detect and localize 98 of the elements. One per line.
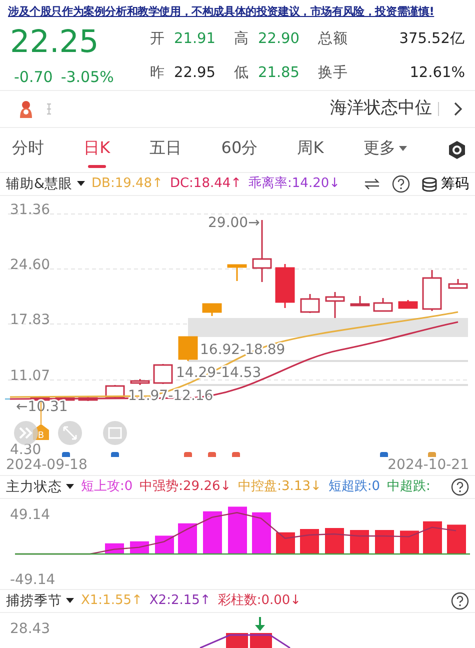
stat-label: 低 (234, 64, 250, 83)
tab[interactable]: 日K (84, 132, 110, 168)
help-icon[interactable] (451, 478, 469, 496)
change-percent: -3.05% (60, 67, 114, 88)
indicator-value: X1:1.55↑ (81, 592, 142, 610)
histogram-bar (178, 523, 197, 554)
indicator-value: 彩柱数:0.00↓ (218, 592, 302, 610)
axis-label: 11.07 (10, 368, 50, 384)
stat-label: 昨 (150, 64, 166, 83)
chevron-right-icon[interactable] (453, 101, 463, 117)
stat-value: 21.85 (258, 64, 301, 83)
stat-label: 开 (150, 30, 166, 49)
event-marker-icon (428, 452, 436, 457)
help-icon[interactable] (392, 175, 410, 193)
date-label: 2024-09-18 (6, 457, 88, 475)
database-icon (422, 176, 437, 192)
axis-label: 4.30 (10, 442, 42, 457)
axis-label: 49.14 (10, 507, 50, 523)
axis-label: -49.14 (10, 572, 56, 588)
swap-icon[interactable] (364, 178, 380, 190)
histogram-bar (130, 541, 149, 554)
event-marker-icon (208, 452, 216, 457)
candlestick (178, 336, 198, 361)
stat-value: 375.52亿 (398, 30, 465, 49)
caret-icon (66, 484, 74, 490)
candlestick (153, 364, 173, 384)
histogram-bar (447, 524, 466, 554)
tab[interactable]: 60分 (221, 132, 258, 168)
histogram-bar (423, 521, 442, 554)
candlestick (448, 279, 468, 289)
histogram-bar (375, 530, 394, 554)
tab[interactable]: 更多 (363, 132, 408, 168)
down-arrow-icon (255, 617, 265, 631)
histogram-bar (226, 633, 272, 648)
candlestick (350, 296, 370, 306)
help-icon[interactable] (451, 592, 469, 610)
stat-label: 高 (234, 30, 250, 49)
stat-label: 换手 (318, 64, 349, 83)
price-annotation: 29.00→ (208, 215, 260, 231)
candlestick (275, 264, 295, 308)
indicator-value: 中超跌: (387, 478, 430, 496)
settings-icon[interactable] (446, 140, 467, 160)
stat-value: 12.61% (408, 64, 465, 83)
candlestick (227, 264, 247, 281)
candlestick (78, 397, 98, 401)
candlestick (105, 385, 125, 398)
indicator-value: X2:2.15↑ (149, 592, 211, 610)
candlestick (130, 379, 150, 385)
histogram-bar (203, 511, 222, 554)
indicator-dropdown[interactable]: 捕捞季节 (6, 590, 74, 612)
indicator-value: 短超跌:0 (328, 478, 380, 496)
event-marker-icon (111, 452, 119, 457)
caret-icon (66, 598, 74, 604)
axis-label: 28.43 (10, 621, 50, 637)
candlestick (325, 292, 345, 318)
histogram-bar (276, 532, 295, 554)
histogram-bar (350, 530, 369, 554)
status-text[interactable]: 海洋状态中位 (330, 96, 432, 122)
tab[interactable]: 分时 (12, 132, 44, 168)
indicator-value: 乖离率:14.20↓ (248, 175, 340, 194)
event-marker-icon (184, 452, 192, 457)
histogram-bar (400, 530, 419, 554)
indicator-value: 短上攻:0 (81, 478, 133, 496)
date-label: 2024-10-21 (388, 457, 469, 475)
histogram-bar (252, 512, 271, 554)
disclaimer-text: 涉及个股只作为案例分析和教学使用，不构成具体的投资建议，市场有风险，投资需谨慎! (7, 4, 436, 20)
axis-label: 24.60 (10, 257, 50, 273)
tab[interactable]: 周K (297, 132, 324, 168)
candlestick (202, 303, 222, 316)
indicator-dropdown[interactable]: 辅助&慧眼 (6, 174, 85, 194)
histogram-bar (300, 529, 319, 554)
histogram-bar (325, 528, 344, 554)
histogram-bar (228, 506, 247, 554)
indicator-value: 中强势:29.26↓ (140, 478, 232, 496)
change-value: -0.70 (14, 67, 53, 88)
indicator-value: DC:18.44↑ (170, 175, 242, 194)
axis-label: 17.83 (10, 312, 50, 328)
candlestick (373, 298, 393, 312)
stat-label: 总额 (318, 30, 349, 49)
price-value: 22.25 (10, 24, 100, 60)
event-marker-icon (62, 452, 70, 457)
stat-value: 22.90 (258, 30, 301, 49)
tab[interactable]: 五日 (150, 132, 182, 168)
stat-value: 21.91 (174, 30, 217, 49)
candlestick (422, 270, 442, 311)
axis-label: 31.36 (10, 202, 50, 218)
chip-button[interactable]: 筹码 (422, 174, 469, 194)
tag-icon (46, 102, 52, 116)
event-marker-icon (232, 452, 240, 457)
event-marker-icon (380, 452, 388, 457)
stat-value: 22.95 (174, 64, 217, 83)
mascot-icon (18, 99, 34, 119)
candlestick (398, 300, 418, 309)
caret-icon (76, 181, 85, 187)
candlestick (300, 294, 320, 313)
indicator-value: 中控盘:3.13↓ (238, 478, 322, 496)
indicator-dropdown[interactable]: 主力状态 (6, 476, 74, 498)
indicator-value: DB:19.48↑ (92, 175, 163, 194)
